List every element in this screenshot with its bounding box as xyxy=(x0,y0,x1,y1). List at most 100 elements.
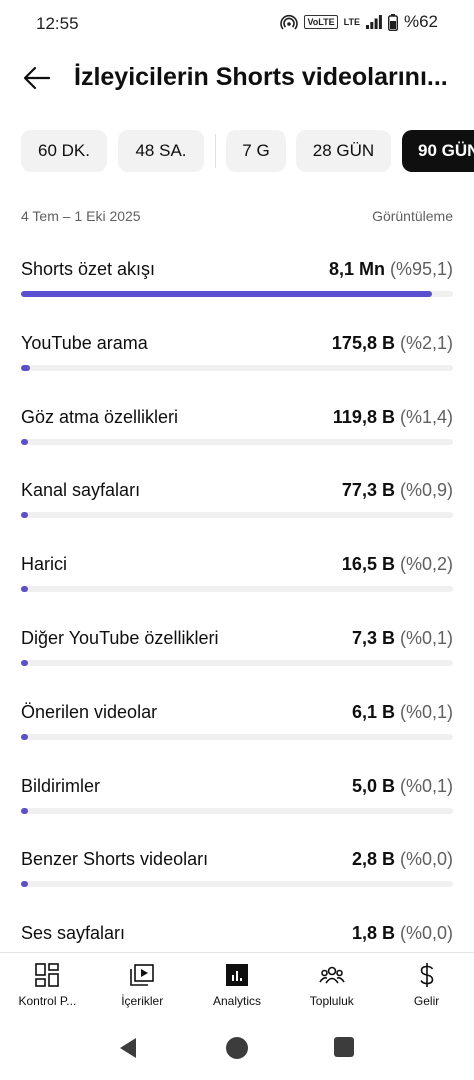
date-range: 4 Tem – 1 Eki 2025 xyxy=(21,208,141,224)
hotspot-icon xyxy=(280,14,299,30)
chip-90-days[interactable]: 90 GÜN xyxy=(402,130,474,172)
traffic-source-name: Harici xyxy=(21,554,68,575)
share-bar-fill xyxy=(21,291,432,297)
traffic-source-name: Önerilen videolar xyxy=(21,701,158,722)
app-bar: İzleyicilerin Shorts videolarını... xyxy=(0,52,474,104)
volte-badge: VoLTE xyxy=(304,15,338,29)
system-nav-bar xyxy=(0,1020,474,1080)
dashboard-icon xyxy=(35,963,60,987)
traffic-source-value: 77,3 B (%0,9) xyxy=(342,480,453,501)
system-recents-icon[interactable] xyxy=(333,1036,355,1058)
battery-percent: %62 xyxy=(403,12,438,31)
views-count: 16,5 B xyxy=(341,554,395,575)
share-bar-track xyxy=(21,512,453,519)
traffic-source-value: 5,0 B (%0,1) xyxy=(352,776,453,797)
traffic-source-name: YouTube arama xyxy=(21,332,148,353)
views-percent: (%0,9) xyxy=(399,480,453,501)
views-count: 5,0 B xyxy=(351,775,395,796)
traffic-source-row[interactable]: Diğer YouTube özellikleri 7,3 B (%0,1) xyxy=(0,619,474,693)
nav-label: Topluluk xyxy=(309,994,354,1008)
traffic-source-name: Shorts özet akışı xyxy=(21,259,156,279)
traffic-source-value: 175,8 B (%2,1) xyxy=(332,333,453,354)
views-percent: (%0,1) xyxy=(399,775,453,796)
lte-badge: LTE xyxy=(343,16,360,27)
share-bar-track xyxy=(21,881,453,888)
status-icons: VoLTE LTE %62 xyxy=(280,12,438,32)
share-bar-fill xyxy=(21,586,28,593)
content-icon xyxy=(130,964,154,986)
status-bar: 12:55 VoLTE LTE %62 xyxy=(0,0,474,48)
nav-dashboard[interactable]: Kontrol P... xyxy=(0,953,95,1019)
nav-label: Analytics xyxy=(212,994,261,1008)
traffic-source-row[interactable]: Kanal sayfaları 77,3 B (%0,9) xyxy=(0,471,474,545)
views-count: 6,1 B xyxy=(351,701,395,722)
share-bar-track xyxy=(21,807,453,814)
traffic-source-name: Diğer YouTube özellikleri xyxy=(21,627,219,648)
views-percent: (%0,0) xyxy=(399,923,453,944)
views-count: 7,3 B xyxy=(351,627,395,648)
nav-label: İçerikler xyxy=(121,994,164,1008)
share-bar-track xyxy=(21,586,453,593)
traffic-source-row[interactable]: Bildirimler 5,0 B (%0,1) xyxy=(0,767,474,841)
chip-60-min[interactable]: 60 DK. xyxy=(21,130,107,172)
traffic-source-value: 8,1 Mn (%95,1) xyxy=(329,259,453,280)
share-bar-track xyxy=(21,659,453,666)
date-metric-row: 4 Tem – 1 Eki 2025 Görüntüleme xyxy=(21,208,453,226)
battery-icon xyxy=(387,13,398,31)
share-bar-fill xyxy=(21,438,28,445)
share-bar-fill xyxy=(21,881,28,888)
traffic-source-value: 16,5 B (%0,2) xyxy=(342,554,453,575)
views-percent: (%1,4) xyxy=(399,406,453,427)
nav-label: Gelir xyxy=(413,994,440,1008)
traffic-source-value: 6,1 B (%0,1) xyxy=(352,702,453,723)
views-count: 175,8 B xyxy=(331,332,395,353)
earn-icon xyxy=(419,963,433,987)
views-percent: (%0,2) xyxy=(399,554,453,575)
page-title: İzleyicilerin Shorts videolarını... xyxy=(74,63,448,91)
chip-28-days[interactable]: 28 GÜN xyxy=(296,130,391,172)
traffic-source-row[interactable]: Önerilen videolar 6,1 B (%0,1) xyxy=(0,693,474,767)
nav-content[interactable]: İçerikler xyxy=(95,953,190,1019)
views-count: 119,8 B xyxy=(332,406,395,427)
views-count: 8,1 Mn xyxy=(328,259,385,279)
share-bar-track xyxy=(21,364,453,371)
traffic-source-value: 1,8 B (%0,0) xyxy=(352,923,453,944)
traffic-source-value: 7,3 B (%0,1) xyxy=(352,628,453,649)
views-percent: (%2,1) xyxy=(399,332,453,353)
share-bar-fill xyxy=(21,364,31,371)
views-count: 1,8 B xyxy=(351,923,395,944)
chip-48-hours[interactable]: 48 SA. xyxy=(118,130,204,172)
chip-7-days[interactable]: 7 G xyxy=(226,130,286,172)
traffic-source-name: Göz atma özellikleri xyxy=(21,406,179,427)
community-icon xyxy=(319,966,345,984)
views-percent: (%0,0) xyxy=(399,849,453,870)
traffic-source-value: 119,8 B (%1,4) xyxy=(333,407,453,428)
nav-community[interactable]: Topluluk xyxy=(284,953,379,1019)
views-percent: (%0,1) xyxy=(399,701,453,722)
traffic-source-row[interactable]: Benzer Shorts videoları 2,8 B (%0,0) xyxy=(0,840,474,914)
views-percent: (%95,1) xyxy=(389,259,453,279)
traffic-source-row[interactable]: Harici 16,5 B (%0,2) xyxy=(0,545,474,619)
traffic-source-row[interactable]: YouTube arama 175,8 B (%2,1) xyxy=(0,324,474,398)
system-back-icon[interactable] xyxy=(116,1036,140,1060)
traffic-source-row[interactable]: Shorts özet akışı 8,1 Mn (%95,1) xyxy=(0,250,474,324)
back-arrow-icon[interactable] xyxy=(22,64,52,92)
time-range-chips: 60 DK. 48 SA. 7 G 28 GÜN 90 GÜN xyxy=(0,130,474,172)
metric-label: Görüntüleme xyxy=(372,208,453,224)
nav-label: Kontrol P... xyxy=(18,994,77,1008)
traffic-source-list: Shorts özet akışı 8,1 Mn (%95,1) YouTube a… xyxy=(0,250,474,988)
analytics-icon xyxy=(225,964,248,986)
nav-earn[interactable]: Gelir xyxy=(379,953,474,1019)
traffic-source-name: Benzer Shorts videoları xyxy=(21,849,209,870)
views-count: 2,8 B xyxy=(351,849,395,870)
share-bar-track xyxy=(21,291,453,297)
nav-analytics[interactable]: Analytics xyxy=(190,953,285,1019)
signal-icon xyxy=(365,15,382,29)
views-percent: (%0,1) xyxy=(399,627,453,648)
chip-divider xyxy=(215,134,216,168)
traffic-source-row[interactable]: Göz atma özellikleri 119,8 B (%1,4) xyxy=(0,398,474,472)
system-home-icon[interactable] xyxy=(225,1036,249,1060)
traffic-source-value: 2,8 B (%0,0) xyxy=(352,849,453,870)
bottom-nav: Kontrol P... İçerikler Analytics Toplulu… xyxy=(0,952,474,1018)
views-count: 77,3 B xyxy=(341,480,395,501)
